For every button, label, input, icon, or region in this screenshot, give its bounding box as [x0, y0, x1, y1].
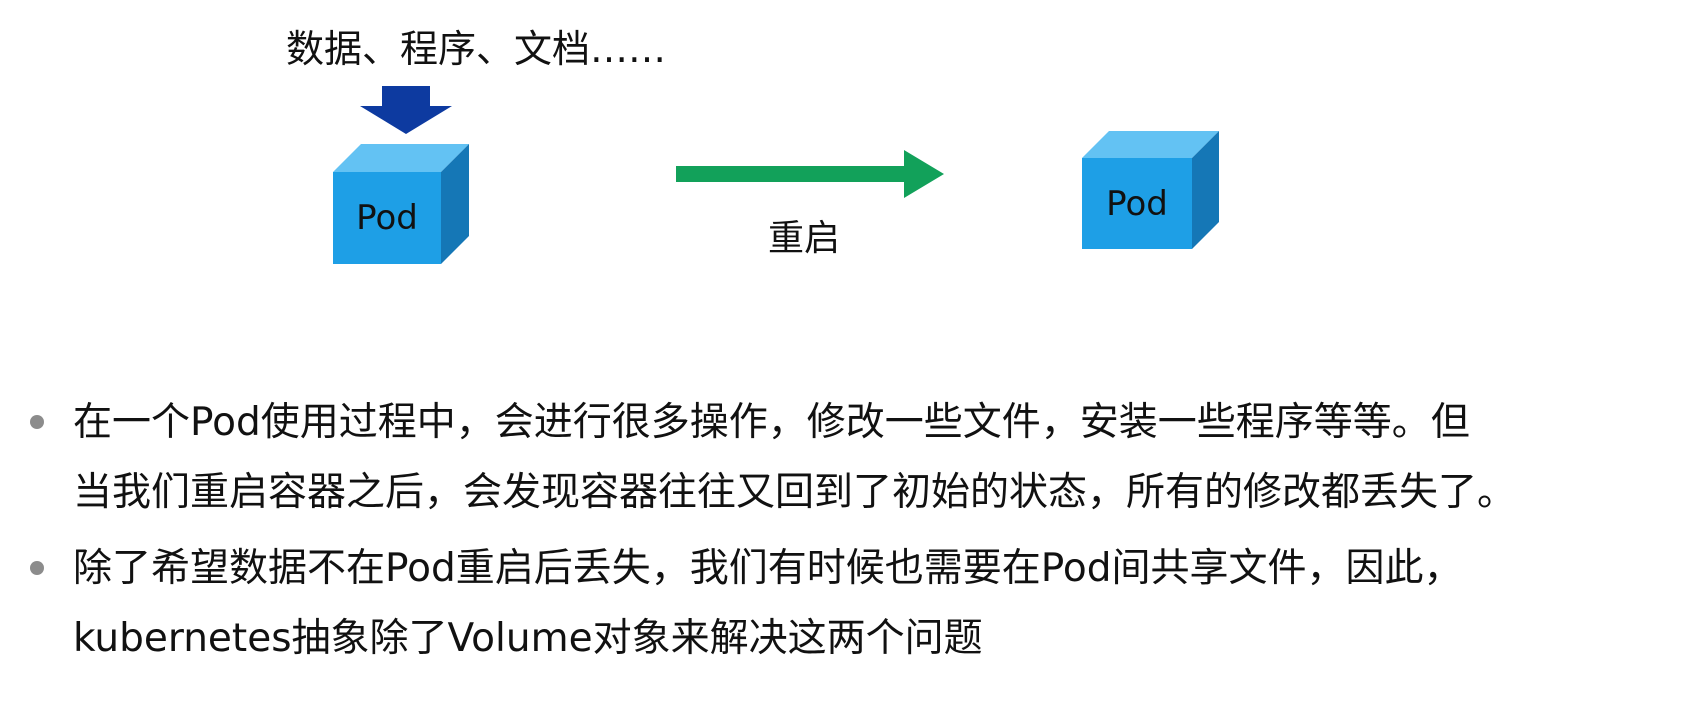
bullet-dot-icon [30, 561, 44, 575]
bullet-line: kubernetes抽象除了Volume对象来解决这两个问题 [73, 616, 983, 661]
pod-cube-before: Pod [333, 144, 469, 264]
restart-arrow-icon [676, 150, 944, 198]
bullet-item: 除了希望数据不在Pod重启后丢失，我们有时候也需要在Pod间共享文件，因此， k… [28, 534, 1678, 674]
bullet-item: 在一个Pod使用过程中，会进行很多操作，修改一些文件，安装一些程序等等。但 当我… [28, 388, 1678, 528]
pod-cube-after: Pod [1082, 131, 1219, 249]
bullet-dot-icon [30, 415, 44, 429]
bullet-line: 当我们重启容器之后，会发现容器往往又回到了初始的状态，所有的修改都丢失了。 [73, 470, 1517, 515]
bullet-list: 在一个Pod使用过程中，会进行很多操作，修改一些文件，安装一些程序等等。但 当我… [28, 388, 1678, 680]
bullet-line: 除了希望数据不在Pod重启后丢失，我们有时候也需要在Pod间共享文件，因此， [73, 546, 1463, 591]
down-arrow-icon [360, 86, 452, 134]
input-caption: 数据、程序、文档…… [286, 27, 667, 71]
pod-after-label: Pod [1106, 183, 1168, 224]
bullet-line: 在一个Pod使用过程中，会进行很多操作，修改一些文件，安装一些程序等等。但 [73, 400, 1470, 445]
pod-before-label: Pod [356, 198, 418, 238]
restart-label: 重启 [768, 218, 841, 259]
